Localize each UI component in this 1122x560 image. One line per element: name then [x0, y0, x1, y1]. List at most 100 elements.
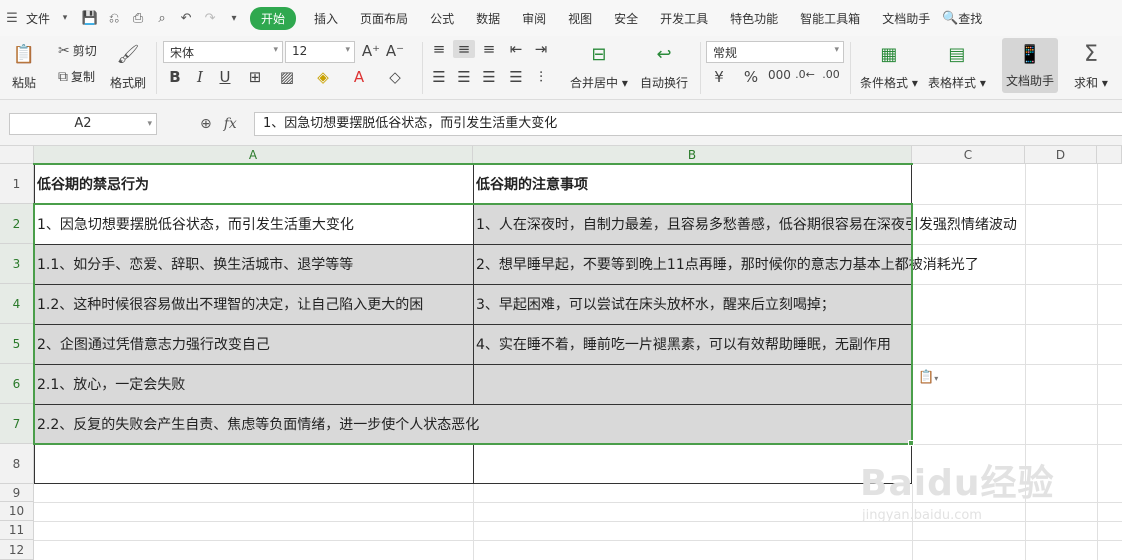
select-all-corner[interactable] — [0, 146, 34, 164]
tab-view[interactable]: 视图 — [560, 10, 600, 27]
increase-decimal-icon[interactable]: .0← — [794, 68, 816, 81]
increase-font-icon[interactable]: A⁺ — [360, 42, 382, 60]
table-style-label: 表格样式 ▾ — [928, 76, 986, 90]
percent-icon[interactable]: % — [740, 68, 762, 86]
paste-button[interactable]: 📋 粘贴 — [10, 40, 38, 91]
undo-history-icon[interactable]: ⎌ — [102, 6, 126, 30]
fill-handle[interactable] — [908, 440, 914, 446]
fill-pattern-icon[interactable]: ▨ — [276, 68, 298, 86]
row-header[interactable]: 10 — [0, 502, 34, 521]
tab-page-layout[interactable]: 页面布局 — [352, 10, 416, 27]
number-format-select[interactable]: 常规 ▾ — [706, 41, 844, 63]
decrease-decimal-icon[interactable]: .00 — [820, 68, 842, 81]
fx-icon[interactable]: fx — [224, 116, 237, 132]
formula-input[interactable]: 1、因急切想要摆脱低谷状态，而引发生活重大变化 — [254, 112, 1122, 136]
name-box[interactable]: A2 ▾ — [9, 113, 157, 135]
copy-button[interactable]: ⧉ 复制 — [58, 68, 95, 85]
fill-color-icon[interactable]: ◈ — [312, 68, 334, 86]
underline-icon[interactable]: U — [214, 68, 236, 86]
font-color-icon[interactable]: A — [348, 68, 370, 86]
format-painter-button[interactable]: 🖌 格式刷 — [110, 40, 146, 91]
font-name-select[interactable]: 宋体 ▾ — [163, 41, 283, 63]
thousands-icon[interactable]: 000 — [768, 68, 791, 82]
row-header[interactable]: 4 — [0, 284, 34, 324]
gridline — [1025, 164, 1026, 560]
zoom-icon[interactable]: ⊕ — [200, 116, 212, 132]
sum-label: 求和 ▾ — [1074, 76, 1108, 90]
bold-icon[interactable]: B — [164, 68, 186, 86]
tab-review[interactable]: 审阅 — [514, 10, 554, 27]
decrease-font-icon[interactable]: A⁻ — [384, 42, 406, 60]
align-right-icon[interactable]: ☰ — [478, 68, 500, 86]
file-dropdown-icon[interactable]: ▾ — [58, 6, 72, 30]
wrap-text-button[interactable]: ↩ 自动换行 — [640, 40, 688, 91]
print-icon[interactable]: ⎙ — [126, 6, 150, 30]
customize-toolbar-icon[interactable]: ▾ — [222, 6, 246, 30]
row-header[interactable]: 7 — [0, 404, 34, 444]
tab-data[interactable]: 数据 — [468, 10, 508, 27]
column-header-d[interactable]: D — [1025, 146, 1097, 164]
spreadsheet-grid: A B C D 1 2 3 4 5 6 7 8 9 10 11 12 低谷期的禁… — [0, 146, 1122, 560]
border-icon[interactable]: ⊞ — [244, 68, 266, 86]
gridline — [473, 484, 474, 560]
tab-smart-toolbox[interactable]: 智能工具箱 — [792, 10, 868, 27]
align-bottom-icon[interactable]: ≡ — [478, 40, 500, 58]
tab-insert[interactable]: 插入 — [306, 10, 346, 27]
row-header[interactable]: 5 — [0, 324, 34, 364]
tab-features[interactable]: 特色功能 — [722, 10, 786, 27]
row-header[interactable]: 11 — [0, 521, 34, 540]
clear-format-icon[interactable]: ◇ — [384, 68, 406, 86]
paste-icon: 📋 — [12, 43, 36, 65]
row-header[interactable]: 6 — [0, 364, 34, 404]
search-button[interactable]: 查找 — [958, 10, 990, 27]
row-header[interactable]: 1 — [0, 164, 34, 204]
distribute-icon[interactable]: ⫶ — [530, 68, 552, 86]
cell-b1[interactable]: 低谷期的注意事项 — [473, 164, 588, 204]
increase-indent-icon[interactable]: ⇥ — [530, 40, 552, 58]
tab-formulas[interactable]: 公式 — [422, 10, 462, 27]
column-header-e[interactable] — [1097, 146, 1122, 164]
conditional-format-button[interactable]: ▦ 条件格式 ▾ — [860, 40, 918, 91]
doc-helper-button[interactable]: 📱 文档助手 — [1002, 38, 1059, 93]
brush-icon: 🖌 — [116, 43, 140, 65]
font-size-select[interactable]: 12 ▾ — [285, 41, 355, 63]
merge-center-button[interactable]: ⊟ 合并居中 ▾ — [570, 40, 628, 91]
font-name-value: 宋体 — [170, 46, 195, 60]
align-left-icon[interactable]: ☰ — [428, 68, 450, 86]
paste-options-button[interactable]: 📋▾ — [918, 370, 938, 385]
sum-button[interactable]: Σ 求和 ▾ — [1074, 40, 1108, 91]
column-header-c[interactable]: C — [912, 146, 1025, 164]
justify-icon[interactable]: ☰ — [505, 68, 527, 86]
currency-icon[interactable]: ¥ — [708, 68, 730, 86]
tab-doc-assistant[interactable]: 文档助手 — [874, 10, 938, 27]
print-preview-icon[interactable]: ⌕ — [150, 6, 174, 30]
row-header[interactable]: 9 — [0, 484, 34, 502]
undo-icon[interactable]: ↶ — [174, 6, 198, 30]
table-style-button[interactable]: ▤ 表格样式 ▾ — [928, 40, 986, 91]
row-header[interactable]: 8 — [0, 444, 34, 484]
gridline — [912, 444, 1122, 445]
row-header[interactable]: 12 — [0, 540, 34, 560]
ribbon-divider — [700, 42, 701, 94]
row-header[interactable]: 2 — [0, 204, 34, 244]
file-menu[interactable]: 文件 — [24, 10, 58, 27]
align-top-icon[interactable]: ≡ — [428, 40, 450, 58]
tab-developer[interactable]: 开发工具 — [652, 10, 716, 27]
search-icon[interactable]: 🔍 — [942, 6, 958, 30]
redo-icon[interactable]: ↷ — [198, 6, 222, 30]
save-icon[interactable]: 💾 — [78, 6, 102, 30]
column-header-b[interactable]: B — [473, 146, 912, 164]
italic-icon[interactable]: I — [189, 68, 211, 86]
ribbon-divider — [156, 42, 157, 94]
row-header[interactable]: 3 — [0, 244, 34, 284]
menu-icon[interactable]: ☰ — [0, 6, 24, 30]
tab-home[interactable]: 开始 — [250, 6, 297, 30]
align-middle-icon[interactable]: ≡ — [453, 40, 475, 58]
cut-button[interactable]: ✂ 剪切 — [58, 42, 97, 59]
ribbon-divider — [422, 42, 423, 94]
decrease-indent-icon[interactable]: ⇤ — [505, 40, 527, 58]
tab-security[interactable]: 安全 — [606, 10, 646, 27]
column-header-a[interactable]: A — [34, 146, 473, 164]
cell-a1[interactable]: 低谷期的禁忌行为 — [34, 164, 149, 204]
align-center-icon[interactable]: ☰ — [453, 68, 475, 86]
